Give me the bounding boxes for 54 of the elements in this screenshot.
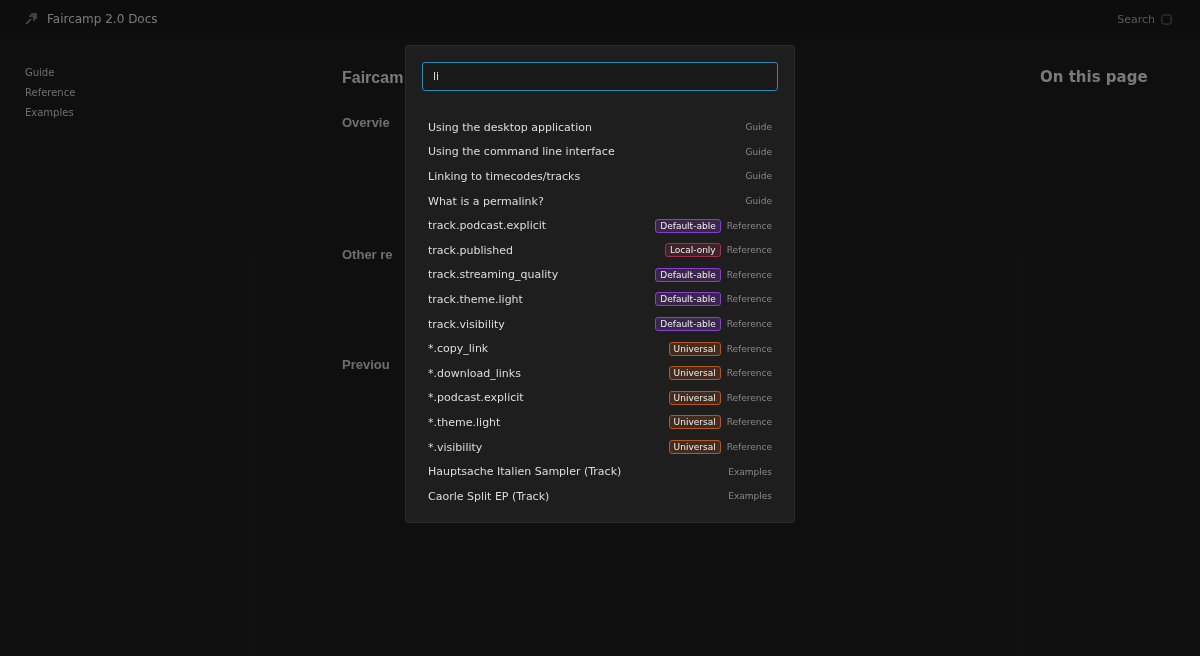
search-shortcut-icon — [1161, 13, 1172, 25]
result-section: Examples — [728, 491, 772, 502]
result-section: Examples — [728, 466, 772, 477]
section-heading: Other re — [342, 246, 393, 264]
sidebar-link[interactable]: Guide — [25, 66, 342, 80]
result-link[interactable]: track.podcast.explicit — [428, 219, 650, 233]
result-tag: Universal — [668, 415, 721, 430]
result-link[interactable]: Linking to timecodes/tracks — [428, 170, 740, 183]
result-link[interactable]: *.theme.light — [428, 415, 663, 429]
result-section: Guide — [745, 171, 772, 182]
section-heading: Previou — [342, 356, 390, 374]
result-link[interactable]: *.visibility — [428, 440, 663, 454]
result-tag: Universal — [668, 440, 721, 454]
result-link[interactable]: Hauptsache Italien Sampler (Track) — [428, 465, 723, 479]
result-section: Reference — [726, 245, 772, 256]
logo-icon — [24, 12, 38, 26]
result-section: Reference — [726, 220, 772, 231]
toc-heading: On this page — [1040, 68, 1149, 86]
result-tag: Universal — [668, 390, 721, 405]
result-section: Reference — [726, 392, 772, 403]
result-tag: Default-able — [655, 218, 721, 233]
site-title[interactable]: Faircamp 2.0 Docs — [47, 12, 158, 26]
result-section: Guide — [745, 196, 772, 207]
result-link[interactable]: track.theme.light — [428, 292, 650, 306]
result-section: Reference — [726, 343, 772, 354]
result-tag: Universal — [668, 366, 721, 381]
result-section: Guide — [745, 146, 772, 157]
section-heading: Overvie — [342, 114, 390, 132]
result-link[interactable]: track.visibility — [428, 317, 650, 331]
result-link[interactable]: *.copy_link — [428, 342, 663, 356]
result-link[interactable]: What is a permalink? — [428, 194, 740, 208]
result-section: Reference — [726, 294, 772, 305]
result-section: Reference — [726, 269, 772, 280]
result-link[interactable]: Caorle Split EP (Track) — [428, 489, 723, 503]
result-section: Reference — [726, 442, 772, 452]
result-tag: Local-only — [664, 243, 721, 258]
result-link[interactable]: track.published — [428, 243, 659, 257]
result-link[interactable]: Using the desktop application — [428, 120, 740, 134]
result-link[interactable]: *.podcast.explicit — [428, 391, 663, 405]
result-tag: Default-able — [655, 267, 721, 282]
result-link[interactable]: *.download_links — [428, 366, 663, 380]
result-section: Reference — [726, 319, 772, 330]
result-section: Reference — [726, 417, 772, 428]
result-tag: Universal — [668, 341, 721, 356]
result-tag: Default-able — [655, 292, 721, 307]
page-heading: Faircam — [342, 68, 404, 88]
result-section: Reference — [726, 368, 772, 379]
sidebar-link[interactable]: Reference — [25, 86, 342, 100]
search-field[interactable]: li — [422, 62, 778, 91]
sidebar-link[interactable]: Examples — [25, 106, 342, 120]
result-link[interactable]: Using the command line interface — [428, 145, 740, 159]
result-tag: Default-able — [655, 317, 721, 332]
result-link[interactable]: track.streaming_quality — [428, 268, 650, 282]
result-section: Guide — [745, 122, 772, 133]
